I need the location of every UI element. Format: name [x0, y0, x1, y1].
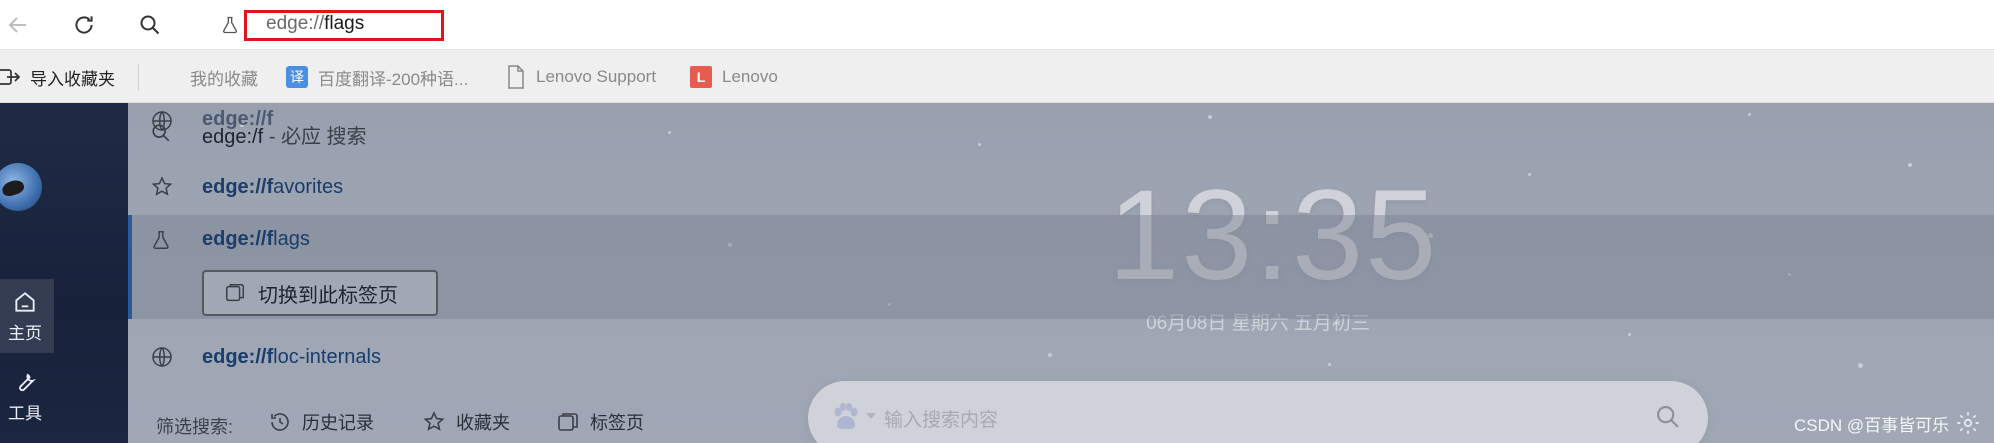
watermark: CSDN @百事皆可乐 [1794, 416, 1950, 435]
highlight-annotation-box [244, 10, 444, 41]
flask-icon [220, 15, 240, 35]
address-bar[interactable]: edge://flags [194, 4, 1994, 46]
avatar[interactable] [0, 163, 42, 211]
divider [138, 64, 139, 90]
page-icon [508, 65, 524, 89]
flask-icon [150, 229, 174, 253]
switch-to-tab-button[interactable]: 切换到此标签页 [202, 270, 438, 316]
bookmark-label: 我的收藏 [190, 69, 258, 89]
wrench-icon [19, 373, 37, 391]
sidebar-item-tools[interactable]: 工具 [0, 359, 54, 433]
suggestion-search[interactable]: edge:/f - 必应 搜索 [128, 108, 1994, 160]
tabs-icon [558, 413, 578, 431]
import-icon [0, 69, 20, 85]
star-icon [423, 411, 445, 431]
favorites-star-icon [150, 175, 174, 199]
back-arrow-icon[interactable] [2, 9, 34, 41]
sidebar-item-label: 工具 [8, 403, 42, 423]
bookmark-label: Lenovo Support [536, 67, 657, 86]
address-suggestions-dropdown: edge://f edge:/f - 必应 搜索 edge://favorite… [128, 103, 1994, 443]
bookmark-baidu-translate[interactable]: 译 百度翻译-200种语... [286, 64, 468, 90]
sidebar-item-label: 主页 [8, 323, 42, 343]
filter-label: 筛选搜索: [156, 417, 234, 437]
lenovo-icon: L [690, 66, 712, 88]
gear-icon[interactable] [1955, 410, 1981, 436]
home-icon [15, 291, 35, 312]
filter-search-bar: 筛选搜索: 历史记录 收藏夹 标签页 [128, 399, 1994, 443]
suggestion-favorites[interactable]: edge://favorites [128, 161, 1994, 213]
bookmark-my-favorites[interactable]: 我的收藏 [190, 64, 258, 90]
history-icon [271, 413, 289, 431]
sidebar-item-home[interactable]: 主页 [0, 279, 54, 353]
globe-icon [150, 345, 174, 369]
translate-icon: 译 [286, 66, 308, 88]
bookmark-lenovo[interactable]: L Lenovo [690, 64, 778, 90]
filter-tabs-button[interactable]: 标签页 [556, 409, 644, 435]
import-favorites-button[interactable]: 导入收藏夹 [0, 64, 115, 90]
refresh-icon[interactable] [68, 9, 100, 41]
search-icon [150, 122, 174, 146]
favorites-bar: 导入收藏夹 我的收藏 译 百度翻译-200种语... Lenovo Suppor… [0, 50, 1994, 103]
filter-history-button[interactable]: 历史记录 [268, 409, 374, 435]
import-label: 导入收藏夹 [30, 69, 115, 89]
bookmark-label: 百度翻译-200种语... [318, 69, 469, 89]
suggestion-floc-internals[interactable]: edge://floc-internals [128, 331, 1994, 383]
newtab-sidebar: 主页 工具 [0, 103, 128, 443]
filter-favorites-button[interactable]: 收藏夹 [422, 409, 510, 435]
tab-icon [226, 284, 244, 302]
search-icon[interactable] [134, 9, 166, 41]
bookmark-lenovo-support[interactable]: Lenovo Support [506, 64, 656, 90]
browser-toolbar: edge://flags [0, 0, 1994, 50]
bookmark-label: Lenovo [722, 67, 778, 86]
